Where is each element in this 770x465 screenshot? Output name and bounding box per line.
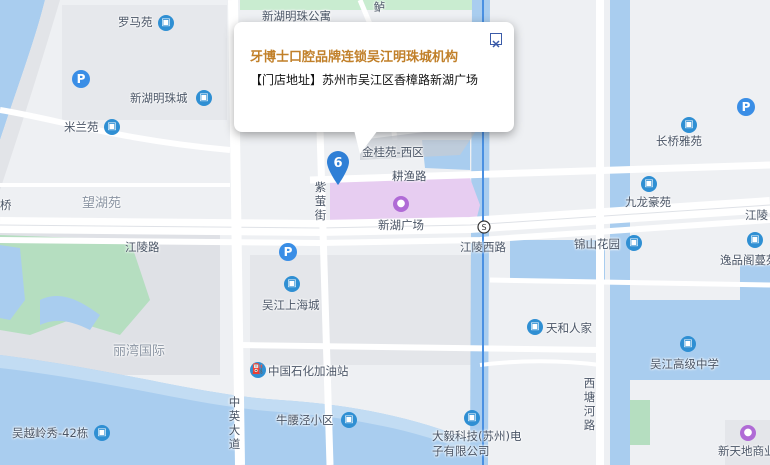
- residence-icon: ▣: [158, 15, 174, 31]
- road-xitanghelu: 西塘河路: [583, 376, 596, 432]
- poi-niuyaojingxiaoqu[interactable]: 牛腰泾小区: [276, 412, 334, 428]
- popup-tail: [354, 130, 378, 154]
- residence-icon: ▣: [626, 235, 642, 251]
- road-jianglinglu: 江陵路: [125, 240, 160, 254]
- residence-icon: ▣: [747, 232, 763, 248]
- poi-jiulonghaoyuan[interactable]: 九龙豪苑: [625, 194, 671, 210]
- poi-dayikeji[interactable]: 大毅科技(苏州)电子有限公司: [432, 429, 522, 459]
- residence-icon: ▣: [94, 425, 110, 441]
- road-jiangling-east: 江陵: [745, 208, 768, 222]
- company-icon: ▣: [464, 410, 480, 426]
- residence-icon: ▣: [527, 319, 543, 335]
- poi-tianherenjia[interactable]: 天和人家: [546, 320, 592, 336]
- area-liwanguoji: 丽湾国际: [113, 344, 166, 359]
- popup-address: 【门店地址】苏州市吴江区香樟路新湖广场: [250, 73, 479, 87]
- poi-wujiangshanghaicheng[interactable]: 吴江上海城: [262, 297, 320, 313]
- poi-xinhumingzhucheng[interactable]: 新湖明珠城: [130, 90, 188, 106]
- road-top: 鲈: [373, 0, 386, 14]
- residence-icon: ▣: [341, 412, 357, 428]
- close-icon[interactable]: [490, 33, 502, 48]
- school-icon: ▣: [680, 336, 696, 352]
- poi-milanyuan[interactable]: 米兰苑: [64, 119, 99, 135]
- residence-icon: ▣: [641, 176, 657, 192]
- shopping-bag-icon: ●: [393, 196, 409, 212]
- road-jianglingxilu: 江陵西路: [460, 240, 506, 254]
- parking-icon[interactable]: P: [279, 243, 297, 261]
- gas-station-icon: ⛽: [250, 362, 266, 378]
- road-gengyulu: 耕渔路: [392, 169, 427, 183]
- map-marker[interactable]: 6: [325, 150, 351, 186]
- marker-number: 6: [333, 156, 342, 171]
- residence-icon: ▣: [196, 90, 212, 106]
- residence-icon: ▣: [104, 119, 120, 135]
- road-zhongyingdadao: 中英大道: [228, 395, 241, 451]
- parking-icon[interactable]: P: [72, 70, 90, 88]
- shopping-bag-icon: ●: [740, 425, 756, 441]
- info-popup: 牙博士口腔品牌连锁吴江明珠城机构 【门店地址】苏州市吴江区香樟路新湖广场: [234, 22, 514, 154]
- poi-luomayuan[interactable]: 罗马苑: [118, 14, 153, 30]
- poi-zhongshihua[interactable]: 中国石化加油站: [268, 363, 349, 379]
- poi-wuyuelingxiu[interactable]: 吴越岭秀-42栋: [12, 425, 88, 441]
- poi-xintiandi[interactable]: 新天地商业广: [718, 443, 770, 459]
- residence-icon: ▣: [681, 117, 697, 133]
- parking-icon[interactable]: P: [737, 98, 755, 116]
- poi-xinhuguangchang[interactable]: 新湖广场: [378, 217, 424, 233]
- poi-jinshanhuayuan[interactable]: 锦山花园: [574, 236, 620, 252]
- poi-yipinlanmanyuan[interactable]: 逸品阁蔓苑: [720, 252, 770, 268]
- residence-icon: ▣: [284, 276, 300, 292]
- poi-wujianggaojizhongxue[interactable]: 吴江高级中学: [650, 356, 719, 372]
- popup-title: 牙博士口腔品牌连锁吴江明珠城机构: [250, 50, 459, 65]
- road-qiao: 桥: [0, 198, 12, 212]
- area-wanghuyuan: 望湖苑: [82, 196, 122, 211]
- road-ziyingjie: 紫萤街: [314, 180, 327, 222]
- poi-changqiaoyayuan[interactable]: 长桥雅苑: [656, 133, 702, 149]
- svg-text:S: S: [481, 223, 486, 232]
